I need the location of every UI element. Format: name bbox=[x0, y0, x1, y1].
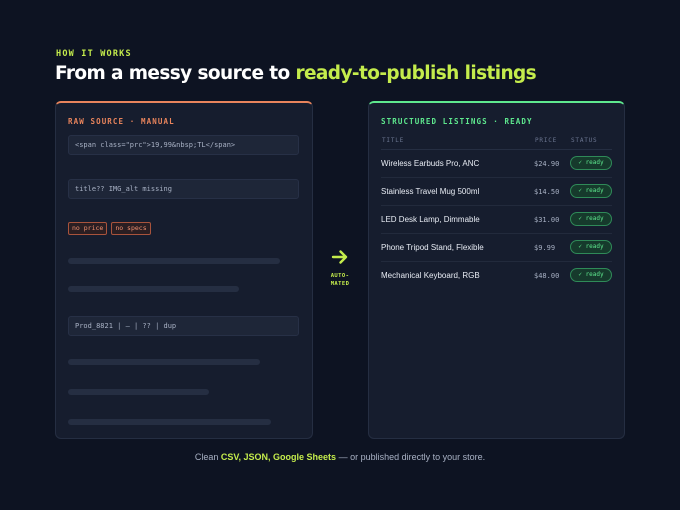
listing-title: Stainless Travel Mug 500ml bbox=[381, 187, 480, 196]
page: HOW IT WORKS From a messy source to read… bbox=[0, 0, 680, 510]
table-row: Wireless Earbuds Pro, ANC $24.90 ✓ ready bbox=[369, 150, 624, 178]
skeleton-line bbox=[68, 419, 271, 425]
table-row: Mechanical Keyboard, RGB $48.00 ✓ ready bbox=[369, 262, 624, 290]
page-title: From a messy source to ready-to-publish … bbox=[55, 63, 537, 84]
listing-price: $14.50 bbox=[534, 188, 560, 196]
skeleton-line bbox=[68, 286, 239, 292]
eyebrow-label: HOW IT WORKS bbox=[56, 49, 132, 59]
automated-line-1: AUTO- bbox=[330, 273, 350, 279]
listing-title: Mechanical Keyboard, RGB bbox=[381, 271, 480, 280]
status-badge: ✓ ready bbox=[570, 184, 612, 198]
raw-source-panel: RAW SOURCE · MANUAL <span class="prc">19… bbox=[55, 101, 313, 439]
structured-listings-label: STRUCTURED LISTINGS · READY bbox=[381, 117, 533, 126]
footer-prefix: Clean bbox=[194, 452, 221, 462]
automation-arrow: AUTO- MATED bbox=[323, 248, 357, 288]
column-header-status: STATUS bbox=[571, 137, 598, 144]
headline-highlight: ready-to-publish listings bbox=[295, 63, 537, 84]
skeleton-line bbox=[68, 359, 260, 365]
headline-prefix: From a messy source to bbox=[55, 63, 296, 84]
table-row: LED Desk Lamp, Dimmable $31.00 ✓ ready bbox=[369, 206, 624, 234]
listing-price: $24.90 bbox=[534, 160, 560, 168]
raw-code-line: <span class="prc">19,99&nbsp;TL</span> bbox=[68, 135, 299, 155]
raw-code-line: title?? IMG_alt missing bbox=[68, 179, 299, 199]
footer-note: Clean CSV, JSON, Google Sheets — or publ… bbox=[0, 452, 680, 462]
status-badge: ✓ ready bbox=[570, 268, 612, 282]
listing-title: Wireless Earbuds Pro, ANC bbox=[381, 159, 480, 168]
listing-price: $31.00 bbox=[534, 216, 560, 224]
automated-label: AUTO- MATED bbox=[323, 272, 357, 288]
raw-code-line: Prod_8821 | — | ?? | dup bbox=[68, 316, 299, 336]
listing-title: LED Desk Lamp, Dimmable bbox=[381, 215, 480, 224]
listing-title: Phone Tripod Stand, Flexible bbox=[381, 243, 484, 252]
issue-tag: no price bbox=[68, 222, 108, 235]
footer-suffix: — or published directly to your store. bbox=[336, 452, 486, 462]
column-header-price: PRICE bbox=[535, 137, 558, 144]
listing-price: $9.99 bbox=[534, 244, 556, 252]
status-badge: ✓ ready bbox=[570, 240, 612, 254]
status-badge: ✓ ready bbox=[570, 212, 612, 226]
listing-price: $48.00 bbox=[534, 272, 560, 280]
automated-line-2: MATED bbox=[330, 281, 350, 287]
arrow-right-icon bbox=[331, 250, 348, 264]
issue-tags: no price no specs bbox=[68, 222, 151, 235]
footer-formats: CSV, JSON, Google Sheets bbox=[220, 452, 337, 462]
raw-source-label: RAW SOURCE · MANUAL bbox=[68, 117, 175, 126]
skeleton-line bbox=[68, 389, 209, 395]
column-header-title: TITLE bbox=[382, 137, 405, 144]
skeleton-line bbox=[68, 258, 280, 264]
table-row: Stainless Travel Mug 500ml $14.50 ✓ read… bbox=[369, 178, 624, 206]
issue-tag: no specs bbox=[111, 222, 151, 235]
structured-listings-panel: STRUCTURED LISTINGS · READY TITLE PRICE … bbox=[368, 101, 625, 439]
table-row: Phone Tripod Stand, Flexible $9.99 ✓ rea… bbox=[369, 234, 624, 262]
status-badge: ✓ ready bbox=[570, 156, 612, 170]
